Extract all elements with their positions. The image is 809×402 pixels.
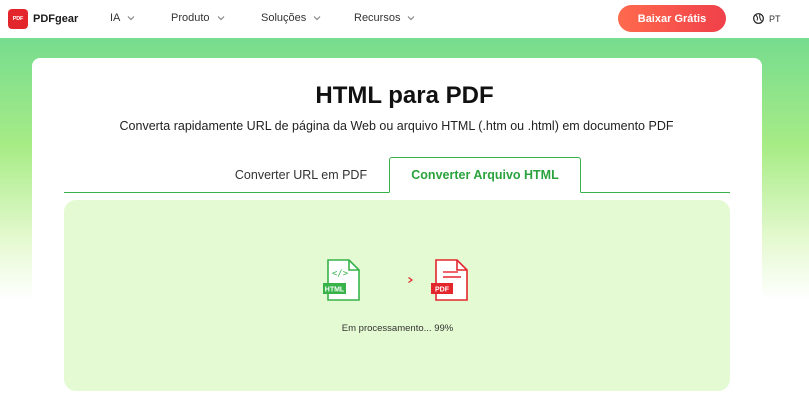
download-free-button[interactable]: Baixar Grátis [618, 5, 726, 32]
nav-item-label: IA [110, 12, 121, 24]
nav-item-recursos[interactable]: Recursos [354, 12, 416, 24]
nav-item-label: Produto [171, 12, 210, 24]
status-ellipsis: ... [423, 323, 432, 334]
arrow-right-icon [382, 277, 414, 283]
progress-percent: 99% [434, 323, 454, 334]
brand-name: PDFgear [33, 13, 79, 25]
pdf-badge-text: PDF [435, 287, 450, 294]
nav-item-label: Recursos [354, 12, 401, 24]
language-label: PT [769, 13, 781, 24]
page-subtitle: Converta rapidamente URL de página da We… [119, 119, 674, 133]
nav-item-solucoes[interactable]: Soluções [261, 12, 322, 24]
nav-item-produto[interactable]: Produto [171, 12, 226, 24]
html-glyph-text: </> [332, 269, 349, 279]
nav-item-ia[interactable]: IA [110, 12, 136, 24]
globe-icon [753, 13, 764, 24]
tab-convert-url[interactable]: Converter URL em PDF [216, 157, 386, 193]
chevron-down-icon [408, 16, 415, 21]
pdfgear-logo-icon: PDF [8, 9, 28, 29]
nav-item-label: Soluções [261, 12, 307, 24]
logo-text: PDF [12, 16, 24, 22]
chevron-down-icon [127, 16, 135, 21]
html-file-icon: </> HTML [323, 259, 360, 301]
brand-logo-link[interactable]: PDF PDFgear [8, 9, 78, 29]
chevron-down-icon [217, 16, 224, 21]
page-title: HTML para PDF [315, 82, 494, 109]
status-label: Em processamento [341, 323, 424, 334]
pdf-file-icon: PDF [431, 259, 468, 301]
top-navigation-bar: PDF PDFgear IA Produto Soluções Recursos… [0, 0, 809, 38]
processing-status: Em processamento... 99% [0, 323, 795, 334]
processing-panel [64, 200, 730, 391]
language-selector[interactable]: PT [752, 12, 781, 25]
chevron-down-icon [313, 16, 321, 21]
html-badge-text: HTML [325, 287, 345, 294]
tab-convert-html-file[interactable]: Converter Arquivo HTML [389, 157, 581, 193]
